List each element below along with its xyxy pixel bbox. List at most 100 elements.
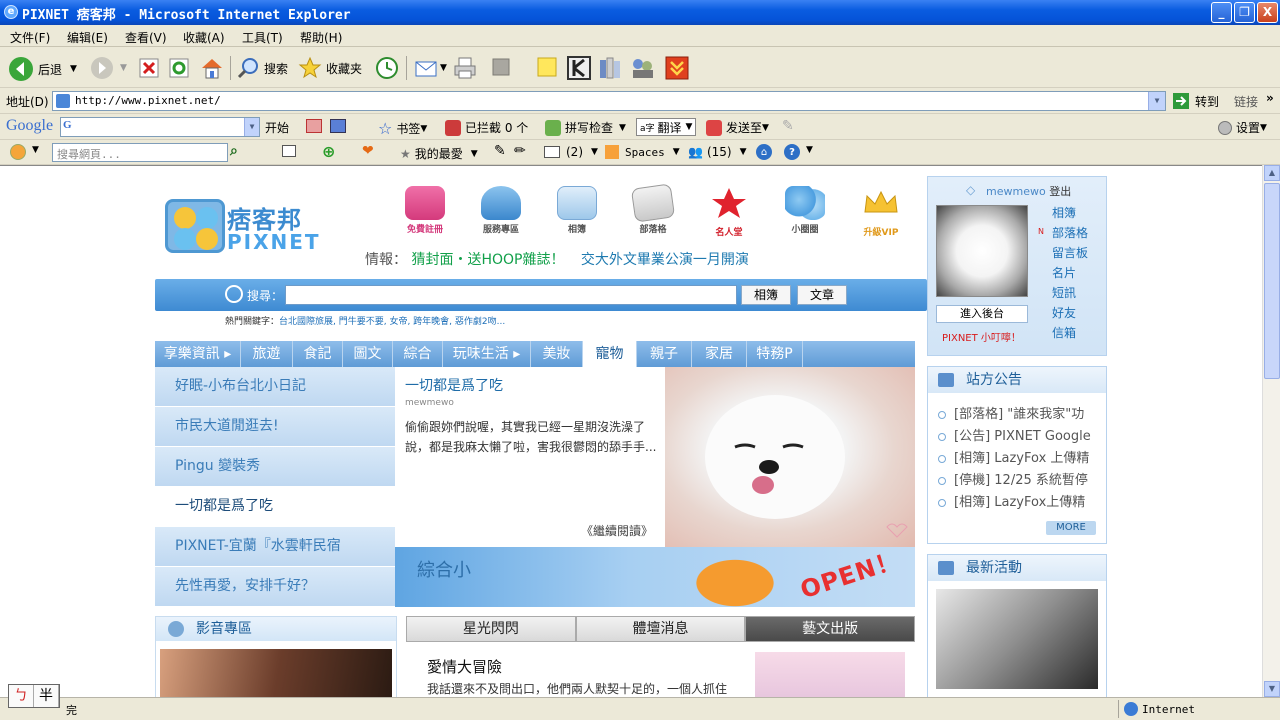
news-link-1[interactable]: 猜封面・送HOOP雜誌！ (411, 252, 564, 268)
tab-article-image[interactable] (755, 652, 905, 697)
nav-album[interactable]: 相簿 (547, 186, 607, 236)
promo-banner[interactable]: 綜合小 OPEN！ (395, 546, 915, 607)
search-article-button[interactable]: 文章 (797, 285, 847, 305)
cat-illustration[interactable]: 圖文 (343, 341, 393, 367)
live-logo-dropdown-icon[interactable]: ▼ (32, 145, 39, 155)
nav-service[interactable]: 服務專區 (471, 186, 531, 236)
list-item[interactable]: 好眠-小布台北小日記 (155, 367, 395, 407)
hot-values[interactable]: 台北國際旅展, 門牛要不要, 女帝, 跨年晚會, 惡作劇2吻... (279, 317, 505, 327)
cat-entertainment[interactable]: 享樂資訊 ▸ (155, 341, 241, 367)
cat-agent[interactable]: 特務P (747, 341, 803, 367)
featured-dog-image[interactable] (665, 367, 915, 547)
add-icon[interactable]: ⊕ (322, 142, 335, 161)
settings-button[interactable]: 设置 ▼ (1218, 119, 1267, 136)
activity-image[interactable] (936, 589, 1098, 689)
print-button[interactable] (452, 56, 478, 80)
announcement-more-button[interactable]: MORE (1046, 521, 1096, 535)
scroll-down-icon[interactable]: ▼ (1264, 681, 1280, 697)
member-link-album[interactable]: 相簿 (1052, 204, 1088, 224)
links-chevron-icon[interactable]: » (1266, 91, 1274, 105)
nav-circle[interactable]: 小圈圈 (775, 186, 835, 236)
ime-halfwidth[interactable]: 半 (34, 685, 59, 707)
pencil-icon[interactable]: ✎ (782, 118, 794, 134)
pixnet-logo-icon[interactable] (165, 199, 225, 253)
research-button[interactable] (598, 56, 624, 80)
address-dropdown-icon[interactable]: ▼ (1148, 92, 1165, 110)
download-button[interactable] (665, 56, 689, 80)
list-item[interactable]: [相簿] LazyFox 上傳精 (938, 447, 1106, 469)
forward-dropdown-icon[interactable]: ▼ (120, 63, 127, 73)
forward-button[interactable]: ▼ (90, 56, 127, 80)
featured-title[interactable]: 一切都是爲了吃 (405, 375, 503, 395)
logo-english[interactable]: PIXNET (227, 230, 321, 254)
back-dropdown-icon[interactable]: ▼ (70, 64, 77, 74)
site-search-input[interactable] (285, 285, 737, 305)
menu-file[interactable]: 文件(F) (10, 29, 50, 46)
backend-button[interactable]: 進入後台 (936, 305, 1028, 323)
cat-food[interactable]: 食記 (293, 341, 343, 367)
scroll-up-icon[interactable]: ▲ (1264, 165, 1280, 181)
heart-icon[interactable]: ❤ (362, 143, 374, 159)
mail-dropdown-icon[interactable]: ▼ (440, 63, 447, 73)
google-search-input[interactable]: G ▼ (60, 117, 260, 137)
menu-help[interactable]: 帮助(H) (300, 29, 342, 46)
cat-lifestyle[interactable]: 玩味生活 ▸ (443, 341, 531, 367)
search-album-button[interactable]: 相簿 (741, 285, 791, 305)
menu-edit[interactable]: 编辑(E) (67, 29, 108, 46)
history-button[interactable] (374, 56, 400, 80)
ime-toolbar[interactable]: ㄅ 半 (8, 684, 60, 708)
member-link-friends[interactable]: 好友 (1052, 304, 1088, 324)
k-button[interactable] (567, 56, 591, 80)
search-button[interactable]: 搜索 (236, 56, 288, 80)
list-item[interactable]: PIXNET-宜蘭『水雲軒民宿 (155, 527, 395, 567)
member-username[interactable]: mewmewo (986, 185, 1046, 198)
popup-blocker[interactable]: 已拦截 0 个 (445, 119, 528, 136)
featured-more-link[interactable]: 《繼續閱讀》 (581, 522, 653, 539)
live-logo-icon[interactable] (10, 144, 26, 160)
news-icon[interactable] (306, 119, 322, 133)
live-search-input[interactable]: 搜尋網頁... (52, 143, 228, 162)
popup-icon[interactable] (330, 119, 346, 133)
scrollbar-thumb[interactable] (1264, 183, 1280, 379)
maximize-button[interactable]: ❐ (1234, 2, 1255, 23)
menu-view[interactable]: 查看(V) (125, 29, 167, 46)
list-item[interactable]: [公告] PIXNET Google (938, 425, 1106, 447)
go-button[interactable]: 转到 (1172, 92, 1219, 110)
nav-vip[interactable]: 升級VIP (851, 186, 911, 238)
list-item[interactable]: [部落格] "誰來我家"功 (938, 403, 1106, 425)
vertical-scrollbar[interactable]: ▲ ▼ (1262, 165, 1280, 697)
member-link-mailbox[interactable]: 信箱 (1052, 324, 1088, 344)
translate-button[interactable]: a字 翻译 ▼ (636, 118, 697, 136)
close-button[interactable]: X (1257, 2, 1278, 23)
cat-home[interactable]: 家居 (692, 341, 747, 367)
list-item[interactable]: [停機] 12/25 系統暫停 (938, 469, 1106, 491)
favorites-button[interactable]: 收藏夹 (298, 56, 362, 80)
sendto-button[interactable]: 发送至 ▼ (706, 119, 769, 136)
home-button[interactable] (200, 56, 224, 80)
featured-author[interactable]: mewmewo (405, 398, 454, 408)
links-label[interactable]: 链接 (1234, 93, 1258, 110)
list-item[interactable]: 先性再愛，安排千好？ (155, 567, 395, 607)
cat-pets[interactable]: 寵物 (583, 341, 637, 367)
cat-makeup[interactable]: 美妝 (531, 341, 583, 367)
google-dropdown-icon[interactable]: ▼ (244, 118, 259, 136)
nav-celebrity[interactable]: 名人堂 (699, 186, 759, 238)
member-link-card[interactable]: 名片 (1052, 264, 1088, 284)
cat-parenting[interactable]: 親子 (637, 341, 692, 367)
highlighter-icon[interactable]: ✎ (494, 143, 506, 159)
logout-link[interactable]: 登出 (1049, 185, 1071, 198)
ime-bopomofo[interactable]: ㄅ (9, 685, 34, 707)
mail-count-button[interactable]: (2) ▼ (544, 145, 598, 159)
tab-arts[interactable]: 藝文出版 (745, 616, 916, 642)
help-icon[interactable]: ? (784, 144, 800, 160)
member-notice[interactable]: PIXNET 小叮嚀！ (942, 329, 1021, 344)
mail-button[interactable]: ▼ (414, 56, 447, 80)
list-item[interactable]: [相簿] LazyFox上傳精 (938, 491, 1106, 513)
spellcheck-button[interactable]: 拼写检查 ▼ (545, 119, 626, 136)
back-button[interactable]: 后退 ▼ (8, 56, 77, 82)
refresh-button[interactable] (168, 57, 190, 79)
live-search-icon[interactable]: ⌕ (230, 143, 238, 159)
cat-travel[interactable]: 旅遊 (241, 341, 293, 367)
window-icon[interactable] (282, 145, 296, 157)
menu-favorites[interactable]: 收藏(A) (183, 29, 225, 46)
